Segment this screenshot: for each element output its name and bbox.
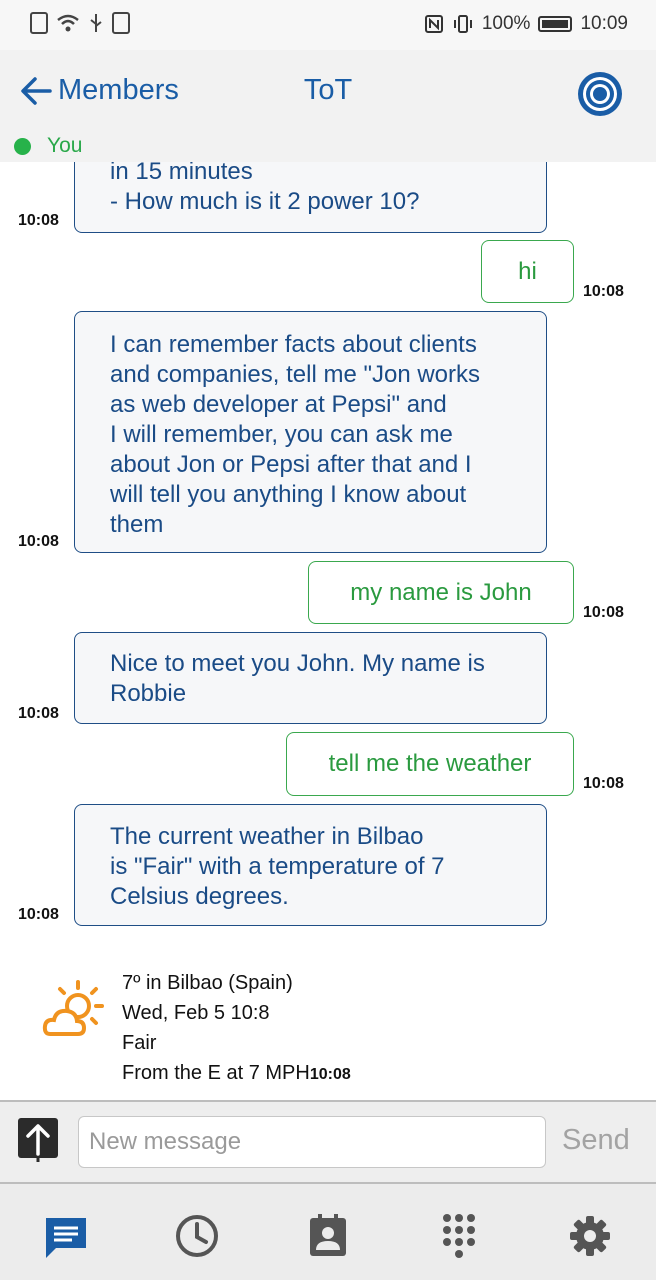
bot-message: I can remember facts about clients and c… [74, 311, 547, 553]
user-message: hi [481, 240, 574, 303]
wifi-icon [57, 14, 79, 32]
user-message: my name is John [308, 561, 574, 624]
weather-wind-line: From the E at 7 MPH10:08 [122, 1058, 351, 1090]
weather-wind: From the E at 7 MPH [122, 1062, 310, 1084]
chat-icon[interactable] [42, 1212, 90, 1260]
user-message: tell me the weather [286, 732, 574, 796]
message-time: 10:08 [309, 1066, 351, 1083]
message-time: 10:08 [583, 604, 624, 621]
message-time: 10:08 [583, 775, 624, 792]
bot-message: in 15 minutes - How much is it 2 power 1… [74, 162, 547, 233]
dialpad-icon[interactable] [435, 1212, 483, 1260]
partly-cloudy-sun-icon [42, 980, 104, 1036]
weather-details: 7º in Bilbao (Spain) Wed, Feb 5 10:8 Fai… [122, 968, 351, 1090]
message-time: 10:08 [18, 705, 59, 722]
history-clock-icon[interactable] [173, 1212, 221, 1260]
online-dot-icon [14, 137, 31, 155]
upload-arrow-icon [26, 1124, 50, 1162]
bot-message: The current weather in Bilbao is "Fair" … [74, 804, 547, 926]
battery-percent: 100% [481, 13, 531, 34]
upload-status-icon [112, 12, 130, 34]
back-button[interactable]: Members [20, 74, 179, 107]
back-label: Members [58, 74, 179, 106]
app-bar: ToT Members You [0, 50, 656, 162]
message-composer: Send [0, 1100, 656, 1184]
status-icons-left [30, 12, 130, 34]
weather-card: 7º in Bilbao (Spain) Wed, Feb 5 10:8 Fai… [42, 968, 402, 1084]
weather-location: 7º in Bilbao (Spain) [122, 972, 293, 994]
radar-logo-icon[interactable] [576, 70, 624, 118]
presence-indicator: You [14, 134, 82, 158]
contacts-icon[interactable] [304, 1212, 352, 1260]
clock: 10:09 [580, 13, 628, 34]
weather-date: Wed, Feb 5 10:8 [122, 1002, 270, 1024]
weather-condition: Fair [122, 1032, 157, 1054]
message-list[interactable]: in 15 minutes - How much is it 2 power 1… [0, 162, 656, 1100]
attach-button[interactable] [18, 1118, 58, 1162]
message-time: 10:08 [18, 906, 59, 923]
arrow-left-icon [21, 76, 52, 105]
nfc-icon [424, 15, 443, 33]
battery-icon [538, 16, 573, 32]
presence-label: You [47, 134, 83, 157]
status-bar: 100% 10:09 [0, 0, 656, 50]
usb-icon [90, 14, 102, 32]
vibrate-icon [453, 15, 472, 33]
message-input[interactable] [78, 1116, 546, 1168]
bottom-navigation [0, 1184, 656, 1280]
message-time: 10:08 [18, 533, 59, 550]
message-time: 10:08 [583, 283, 624, 300]
bot-message: Nice to meet you John. My name is Robbie [74, 632, 547, 724]
status-icons-right: 100% 10:09 [424, 13, 628, 35]
send-button[interactable]: Send [562, 1124, 630, 1157]
message-time: 10:08 [18, 212, 59, 229]
alert-icon [30, 12, 48, 34]
settings-gear-icon[interactable] [566, 1212, 614, 1260]
